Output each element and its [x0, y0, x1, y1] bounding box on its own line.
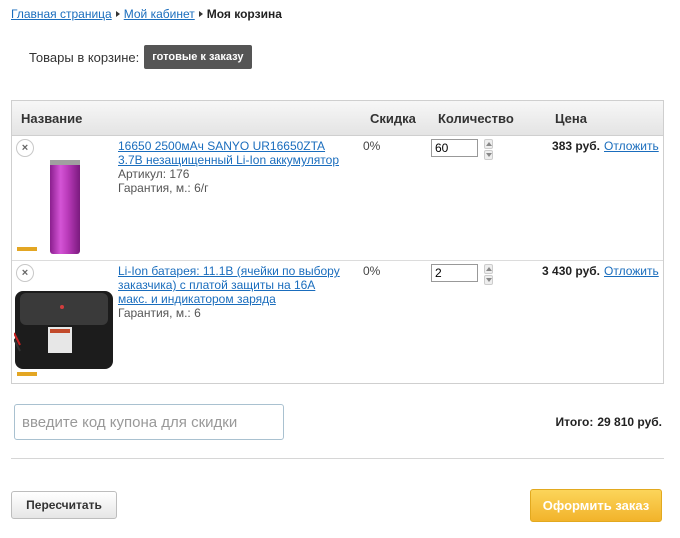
cart-table-header: Название Скидка Количество Цена	[12, 101, 663, 136]
product-discount: 0%	[363, 139, 381, 153]
breadcrumb-current: Моя корзина	[206, 7, 282, 21]
increment-arrow-icon[interactable]	[484, 264, 493, 274]
header-price: Цена	[555, 111, 587, 126]
cart-status: Товары в корзине: готовые к заказу	[29, 45, 252, 69]
purple-battery-image	[17, 160, 80, 254]
header-quantity: Количество	[438, 111, 514, 126]
breadcrumb-separator-icon	[198, 11, 203, 18]
cart-row: × 16650 2500мАч SANYO UR16650ZTA 3.7В не…	[12, 136, 663, 260]
product-link[interactable]: 16650 2500мАч SANYO UR16650ZTA 3.7В неза…	[118, 139, 358, 167]
product-price: 3 430 руб.	[542, 264, 600, 278]
coupon-input[interactable]	[14, 404, 284, 440]
breadcrumb-cabinet-link[interactable]: Мой кабинет	[124, 7, 195, 21]
total-label: Итого:	[555, 415, 594, 429]
product-article: Артикул: 176	[118, 167, 190, 181]
increment-arrow-icon[interactable]	[484, 139, 493, 149]
remove-item-icon[interactable]: ×	[16, 139, 34, 157]
remove-item-icon[interactable]: ×	[16, 264, 34, 282]
product-warranty: Гарантия, м.: 6	[118, 306, 201, 320]
product-warranty: Гарантия, м.: 6/г	[118, 181, 209, 195]
quantity-stepper[interactable]	[484, 264, 493, 286]
breadcrumb-home-link[interactable]: Главная страница	[11, 7, 112, 21]
cart-status-label: Товары в корзине:	[29, 49, 140, 65]
order-total: Итого: 29 810 руб.	[556, 415, 662, 429]
postpone-link[interactable]: Отложить	[604, 264, 659, 278]
decrement-arrow-icon[interactable]	[484, 150, 493, 160]
total-value: 29 810 руб.	[597, 415, 662, 429]
product-price: 383 руб.	[552, 139, 600, 153]
decrement-arrow-icon[interactable]	[484, 275, 493, 285]
divider	[11, 458, 664, 459]
recalculate-button[interactable]: Пересчитать	[11, 491, 117, 519]
quantity-input[interactable]	[431, 264, 478, 282]
product-discount: 0%	[363, 264, 381, 278]
cart-table: Название Скидка Количество Цена × 16650 …	[11, 100, 664, 384]
quantity-input[interactable]	[431, 139, 478, 157]
product-link[interactable]: Li-Ion батарея: 11.1В (ячейки по выбору …	[118, 264, 358, 306]
breadcrumb: Главная страница Мой кабинет Моя корзина	[11, 7, 282, 21]
breadcrumb-separator-icon	[115, 11, 120, 18]
battery-pack-image	[14, 291, 113, 376]
cart-status-badge[interactable]: готовые к заказу	[144, 45, 252, 69]
cart-row: × Li-Ion батарея: 11.1В (ячейки по выбор…	[12, 260, 663, 384]
header-discount: Скидка	[370, 111, 416, 126]
quantity-stepper[interactable]	[484, 139, 493, 161]
header-name: Название	[21, 111, 83, 126]
checkout-button[interactable]: Оформить заказ	[530, 489, 662, 522]
postpone-link[interactable]: Отложить	[604, 139, 659, 153]
